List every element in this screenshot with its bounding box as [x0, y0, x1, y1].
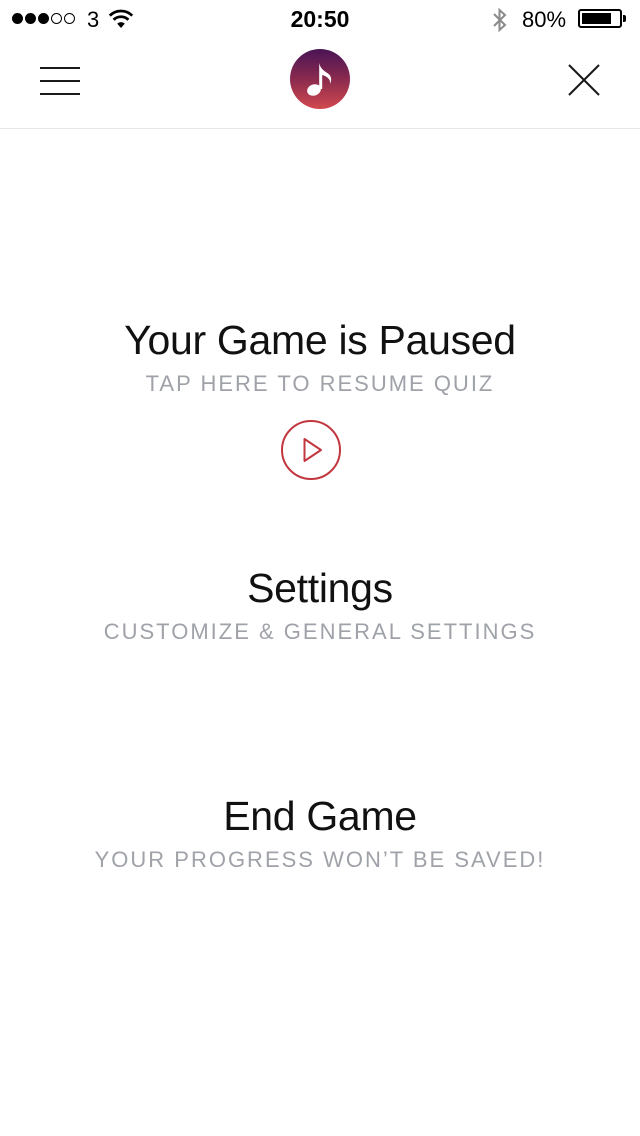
battery-fill [582, 13, 611, 24]
settings-item[interactable]: Settings CUSTOMIZE & GENERAL SETTINGS [0, 564, 640, 646]
play-icon [281, 420, 341, 480]
resume-quiz-item[interactable]: Your Game is Paused TAP HERE TO RESUME Q… [0, 316, 640, 398]
bluetooth-icon [490, 7, 510, 38]
status-bar: 3 20:50 80% [0, 0, 640, 40]
settings-title: Settings [247, 565, 393, 611]
nav-bar [0, 40, 640, 129]
close-icon[interactable] [568, 64, 600, 96]
pause-screen: 3 20:50 80% Your Game is Paused TAP HERE… [0, 0, 640, 1136]
play-button[interactable] [281, 420, 341, 480]
settings-subtitle: CUSTOMIZE & GENERAL SETTINGS [103, 619, 537, 644]
pause-title: Your Game is Paused [124, 317, 516, 363]
menu-line [40, 80, 80, 82]
menu-line [40, 93, 80, 95]
end-game-item[interactable]: End Game YOUR PROGRESS WON’T BE SAVED! [0, 792, 640, 874]
menu-line [40, 67, 80, 69]
hamburger-menu-icon[interactable] [40, 67, 80, 95]
end-game-title: End Game [223, 793, 417, 839]
music-note-icon [290, 49, 350, 109]
battery-percent: 80% [522, 7, 567, 32]
battery-icon [578, 9, 626, 28]
end-game-warning: YOUR PROGRESS WON’T BE SAVED! [94, 847, 546, 872]
battery-cap [623, 15, 626, 22]
resume-hint: TAP HERE TO RESUME QUIZ [145, 371, 495, 396]
